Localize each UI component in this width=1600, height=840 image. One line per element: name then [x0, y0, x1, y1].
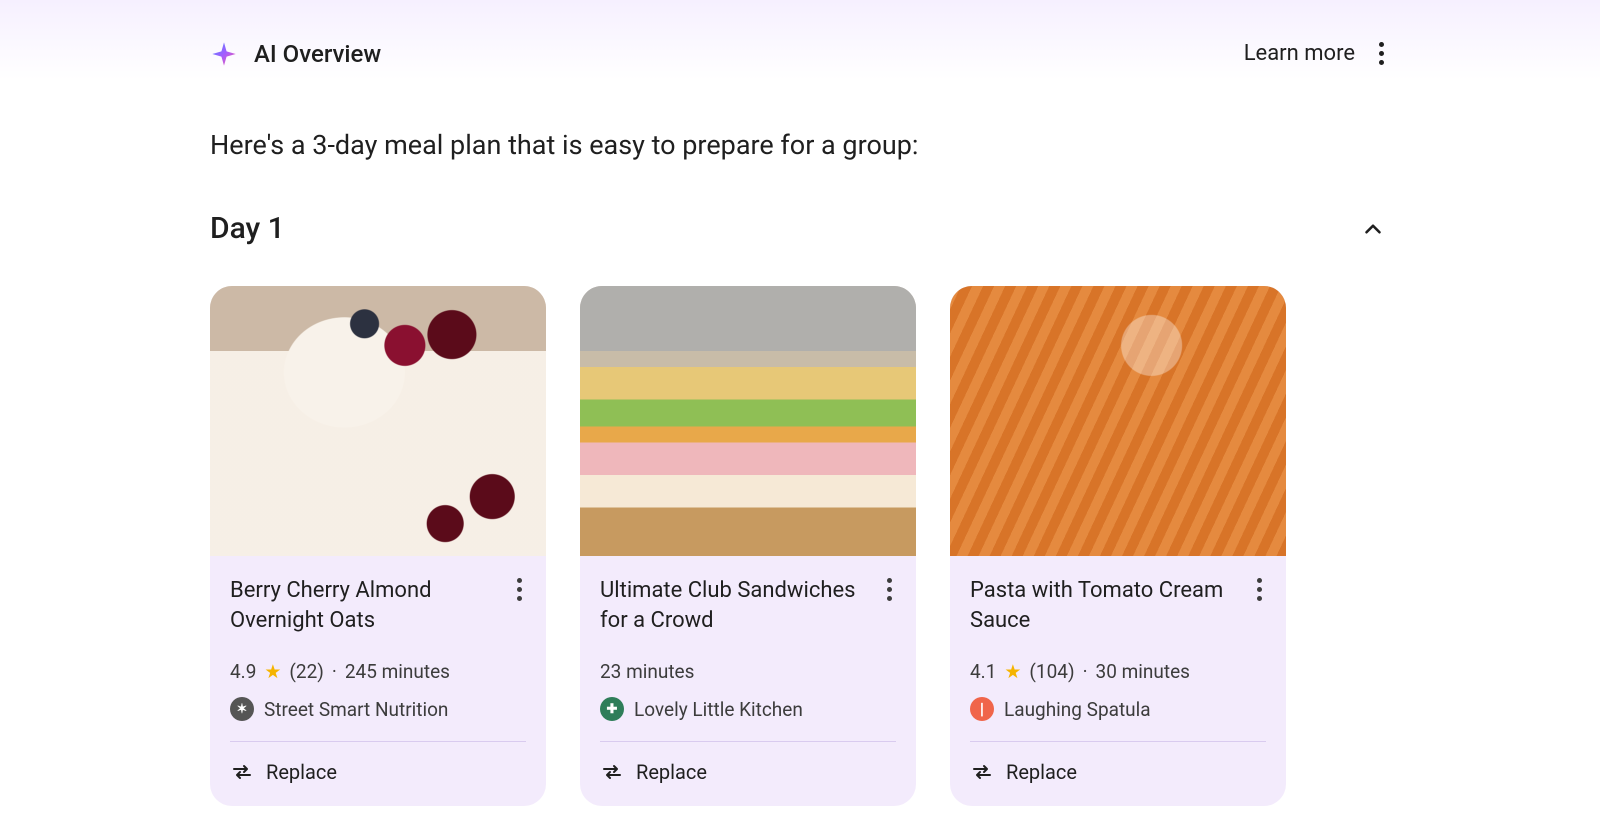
card-more-menu[interactable]: [1253, 576, 1266, 603]
recipe-body: Pasta with Tomato Cream Sauce 4.1 ★ (104…: [950, 556, 1286, 806]
source-favicon: ✚: [600, 697, 624, 721]
recipe-cards: Berry Cherry Almond Overnight Oats 4.9 ★…: [210, 286, 1390, 806]
recipe-card[interactable]: Berry Cherry Almond Overnight Oats 4.9 ★…: [210, 286, 546, 806]
source-favicon: ❘: [970, 697, 994, 721]
separator-dot: ·: [1083, 660, 1088, 683]
swap-icon: [600, 760, 624, 784]
intro-text: Here's a 3-day meal plan that is easy to…: [210, 127, 1390, 163]
learn-more-link[interactable]: Learn more: [1244, 41, 1355, 66]
replace-button[interactable]: Replace: [970, 741, 1266, 790]
recipe-rating-value: 4.1: [970, 660, 996, 683]
card-more-menu[interactable]: [513, 576, 526, 603]
recipe-title: Pasta with Tomato Cream Sauce: [970, 576, 1245, 635]
recipe-source: Lovely Little Kitchen: [634, 698, 803, 721]
star-icon: ★: [264, 662, 281, 681]
swap-icon: [970, 760, 994, 784]
recipe-duration: 23 minutes: [600, 660, 694, 683]
recipe-meta: 4.9 ★ (22) · 245 minutes: [230, 660, 526, 683]
recipe-rating-value: 4.9: [230, 660, 256, 683]
recipe-title: Ultimate Club Sandwiches for a Crowd: [600, 576, 875, 635]
recipe-image: [580, 286, 916, 556]
day-header-row: Day 1: [210, 211, 1390, 246]
recipe-duration: 30 minutes: [1096, 660, 1190, 683]
recipe-body: Ultimate Club Sandwiches for a Crowd 23 …: [580, 556, 916, 806]
collapse-toggle[interactable]: [1356, 212, 1390, 246]
recipe-meta: 4.1 ★ (104) · 30 minutes: [970, 660, 1266, 683]
recipe-image: [210, 286, 546, 556]
recipe-source: Laughing Spatula: [1004, 698, 1151, 721]
recipe-title: Berry Cherry Almond Overnight Oats: [230, 576, 505, 635]
recipe-reviews: (104): [1029, 660, 1074, 683]
replace-label: Replace: [1006, 760, 1077, 784]
separator-dot: ·: [332, 660, 337, 683]
recipe-source-row: ✚ Lovely Little Kitchen: [600, 697, 896, 721]
header-more-menu[interactable]: [1373, 36, 1390, 71]
card-more-menu[interactable]: [883, 576, 896, 603]
recipe-image: [950, 286, 1286, 556]
day-label: Day 1: [210, 211, 285, 246]
recipe-source: Street Smart Nutrition: [264, 698, 448, 721]
replace-label: Replace: [636, 760, 707, 784]
source-favicon: ✶: [230, 697, 254, 721]
recipe-duration: 245 minutes: [345, 660, 450, 683]
recipe-reviews: (22): [289, 660, 323, 683]
replace-button[interactable]: Replace: [600, 741, 896, 790]
recipe-source-row: ✶ Street Smart Nutrition: [230, 697, 526, 721]
recipe-card[interactable]: Ultimate Club Sandwiches for a Crowd 23 …: [580, 286, 916, 806]
recipe-body: Berry Cherry Almond Overnight Oats 4.9 ★…: [210, 556, 546, 806]
sparkle-icon: [210, 40, 238, 68]
ai-overview-panel: AI Overview Learn more Here's a 3-day me…: [0, 0, 1600, 806]
recipe-meta: 23 minutes: [600, 660, 896, 683]
header-title: AI Overview: [254, 40, 381, 68]
recipe-card[interactable]: Pasta with Tomato Cream Sauce 4.1 ★ (104…: [950, 286, 1286, 806]
swap-icon: [230, 760, 254, 784]
header: AI Overview Learn more: [210, 36, 1390, 71]
replace-button[interactable]: Replace: [230, 741, 526, 790]
recipe-source-row: ❘ Laughing Spatula: [970, 697, 1266, 721]
replace-label: Replace: [266, 760, 337, 784]
header-left: AI Overview: [210, 40, 381, 68]
header-right: Learn more: [1244, 36, 1390, 71]
star-icon: ★: [1004, 662, 1021, 681]
